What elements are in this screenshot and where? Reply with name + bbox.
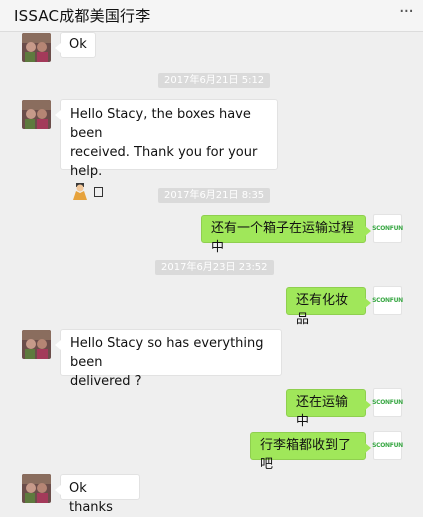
message-bubble[interactable]: Ok thanks: [55, 474, 140, 515]
message-bubble[interactable]: Hello Stacy, the boxes have been receive…: [55, 99, 278, 200]
chat-header: ISSAC成都美国行李 ···: [0, 0, 423, 32]
contact-avatar[interactable]: [22, 100, 51, 129]
timestamp: 2017年6月21日 8:35: [158, 188, 271, 203]
message-bubble-self[interactable]: 行李箱都收到了吧: [250, 432, 371, 472]
message-text: 还有一个箱子在运输过程中: [211, 221, 355, 255]
self-avatar[interactable]: SCONFUN: [372, 431, 403, 460]
chat-title: ISSAC成都美国行李: [14, 7, 151, 25]
self-avatar-label: SCONFUN: [372, 399, 403, 406]
message-text-line: Hello Stacy so has everything been: [70, 336, 264, 370]
self-avatar[interactable]: SCONFUN: [372, 388, 403, 417]
message-text: Ok thanks: [69, 481, 113, 515]
self-avatar-label: SCONFUN: [372, 297, 403, 304]
message-text-line: Hello Stacy, the boxes have been: [70, 107, 251, 141]
contact-avatar[interactable]: [22, 33, 51, 62]
contact-avatar[interactable]: [22, 474, 51, 503]
message-bubble-self[interactable]: 还有一个箱子在运输过程中: [201, 215, 371, 255]
message-bubble-self[interactable]: 还在运输中: [286, 389, 371, 429]
pray-emoji-icon: [73, 183, 87, 200]
message-bubble[interactable]: Hello Stacy so has everything been deliv…: [55, 329, 282, 389]
message-bubble[interactable]: Ok: [55, 32, 96, 58]
message-text: Ok: [69, 37, 87, 52]
message-text: 还有化妆品: [296, 293, 349, 327]
message-bubble-self[interactable]: 还有化妆品: [286, 287, 371, 327]
message-text: 还在运输中: [296, 395, 349, 429]
self-avatar[interactable]: SCONFUN: [372, 286, 403, 315]
self-avatar-label: SCONFUN: [372, 442, 403, 449]
message-text: 行李箱都收到了吧: [260, 438, 352, 472]
timestamp: 2017年6月21日 5:12: [158, 73, 271, 88]
message-text-line: received. Thank you for your help.: [70, 145, 258, 179]
unknown-char-box-icon: [94, 187, 103, 197]
message-text-line: delivered ?: [70, 374, 142, 389]
more-dots-icon[interactable]: ···: [399, 3, 414, 21]
contact-avatar[interactable]: [22, 330, 51, 359]
timestamp: 2017年6月23日 23:52: [155, 260, 274, 275]
self-avatar[interactable]: SCONFUN: [372, 214, 403, 243]
self-avatar-label: SCONFUN: [372, 225, 403, 232]
